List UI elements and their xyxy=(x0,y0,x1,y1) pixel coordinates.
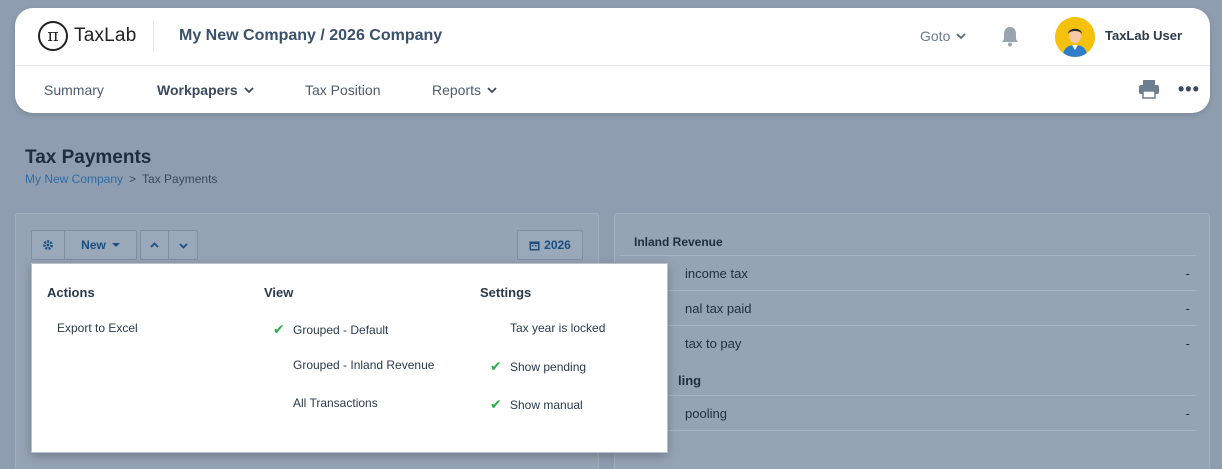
app-header: π TaxLab My New Company / 2026 Company G… xyxy=(15,8,1210,113)
summary-row-value: - xyxy=(1185,336,1190,351)
summary-row-label: tax to pay xyxy=(685,336,742,351)
main-nav: Summary Workpapers Tax Position Reports … xyxy=(15,66,1210,113)
settings-dropdown-menu: Actions View Settings Export to Excel ✔ … xyxy=(31,263,668,453)
nav-reports-label: Reports xyxy=(432,82,482,98)
chevron-down-icon xyxy=(956,33,966,40)
chevron-down-icon xyxy=(178,242,188,249)
view-all-transactions-item[interactable]: All Transactions xyxy=(273,396,378,410)
header-top-row: π TaxLab My New Company / 2026 Company G… xyxy=(15,8,1210,66)
gear-icon xyxy=(43,240,53,250)
user-name[interactable]: TaxLab User xyxy=(1105,28,1182,43)
breadcrumb-separator: > xyxy=(129,172,137,186)
breadcrumb: My New Company > Tax Payments xyxy=(25,172,217,186)
calendar-icon xyxy=(529,241,540,250)
actions-heading: Actions xyxy=(47,285,95,300)
summary-row-value: - xyxy=(1185,406,1190,421)
setting-show-pending-item[interactable]: ✔ Show pending xyxy=(490,358,586,375)
summary-row: pooling - xyxy=(620,395,1196,430)
nav-reports[interactable]: Reports xyxy=(432,82,497,98)
breadcrumb-company-link[interactable]: My New Company xyxy=(25,172,123,186)
section-heading-pooling: ling xyxy=(678,373,702,388)
export-to-excel-item[interactable]: Export to Excel xyxy=(57,321,138,335)
summary-row: income tax - xyxy=(620,255,1196,290)
nav-tax-position-label: Tax Position xyxy=(305,82,381,98)
logo-icon: π xyxy=(38,21,68,51)
logo-text: TaxLab xyxy=(74,25,137,46)
new-button-label: New xyxy=(81,238,106,252)
summary-row: tax to pay - xyxy=(620,325,1196,360)
breadcrumb-current: Tax Payments xyxy=(142,172,218,186)
chevron-up-icon xyxy=(150,241,159,248)
section-heading-inland-revenue: Inland Revenue xyxy=(634,235,723,249)
setting-tax-year-locked-item[interactable]: Tax year is locked xyxy=(490,321,605,335)
summary-row: nal tax paid - xyxy=(620,290,1196,325)
summary-row-label: income tax xyxy=(685,266,748,281)
settings-heading: Settings xyxy=(480,285,532,300)
year-selector-button[interactable]: 2026 xyxy=(517,230,583,260)
summary-divider xyxy=(620,430,1196,440)
nav-workpapers[interactable]: Workpapers xyxy=(157,82,254,98)
summary-row-label: nal tax paid xyxy=(685,301,752,316)
page-title: Tax Payments xyxy=(25,147,152,168)
move-up-button[interactable] xyxy=(140,230,169,260)
taxlab-logo[interactable]: π TaxLab xyxy=(38,21,136,51)
menu-item-label: Show pending xyxy=(510,359,587,374)
menu-item-label: Export to Excel xyxy=(57,321,138,335)
checkmark-icon: ✔ xyxy=(273,321,285,337)
view-grouped-default-item[interactable]: ✔ Grouped - Default xyxy=(273,321,388,338)
summary-row-value: - xyxy=(1185,266,1190,281)
chevron-down-icon xyxy=(244,87,254,94)
view-grouped-inland-revenue-item[interactable]: Grouped - Inland Revenue xyxy=(273,358,434,372)
summary-row-label: pooling xyxy=(685,406,727,421)
checkmark-icon: ✔ xyxy=(490,358,502,374)
header-divider xyxy=(153,21,154,52)
nav-tax-position[interactable]: Tax Position xyxy=(305,82,380,98)
notification-bell-icon[interactable] xyxy=(1000,25,1020,52)
move-down-button[interactable] xyxy=(168,230,198,260)
menu-item-label: Grouped - Default xyxy=(293,322,389,337)
settings-button[interactable] xyxy=(31,230,65,260)
goto-dropdown[interactable]: Goto xyxy=(920,28,966,44)
print-icon[interactable] xyxy=(1138,79,1160,104)
nav-summary-label: Summary xyxy=(44,82,104,98)
menu-item-label: Tax year is locked xyxy=(510,321,606,335)
year-label: 2026 xyxy=(544,238,571,252)
goto-label: Goto xyxy=(920,28,951,44)
new-button[interactable]: New xyxy=(64,230,137,260)
summary-row-value: - xyxy=(1185,301,1190,316)
menu-item-label: Grouped - Inland Revenue xyxy=(293,358,435,372)
checkmark-icon: ✔ xyxy=(490,396,502,412)
company-title[interactable]: My New Company / 2026 Company xyxy=(179,27,442,45)
chevron-down-icon xyxy=(487,87,497,94)
caret-down-icon xyxy=(111,243,120,247)
user-avatar[interactable] xyxy=(1055,17,1095,57)
view-heading: View xyxy=(264,285,294,300)
menu-item-label: All Transactions xyxy=(293,396,378,410)
setting-show-manual-item[interactable]: ✔ Show manual xyxy=(490,396,583,413)
nav-workpapers-label: Workpapers xyxy=(157,82,238,98)
more-options-icon[interactable]: ••• xyxy=(1178,79,1200,100)
menu-item-label: Show manual xyxy=(510,397,583,412)
nav-summary[interactable]: Summary xyxy=(44,82,104,98)
